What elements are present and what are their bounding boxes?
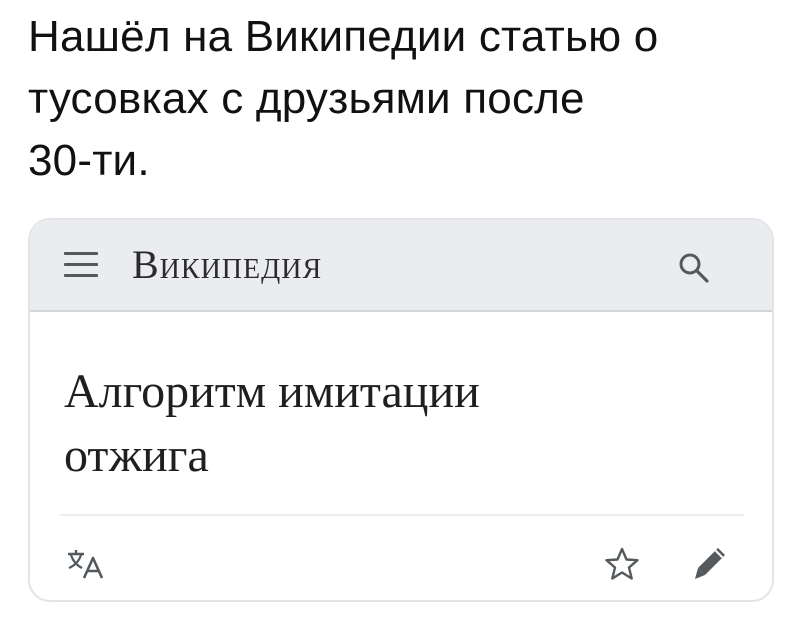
- wiki-header: Википедия: [30, 220, 772, 312]
- language-translate-icon[interactable]: [66, 548, 110, 580]
- post-text-line: тусовках с друзьями после: [28, 74, 585, 123]
- search-icon[interactable]: [676, 250, 712, 286]
- hamburger-menu-icon[interactable]: [64, 252, 98, 278]
- article-title-line: отжига: [64, 429, 209, 482]
- star-icon[interactable]: [604, 546, 640, 582]
- post-text: Нашёл на Википедии статью о тусовках с д…: [28, 6, 768, 192]
- article-title: Алгоритм имитации отжига: [64, 360, 744, 488]
- article-title-line: Алгоритм имитации: [64, 365, 480, 418]
- wikipedia-screenshot-card: Википедия Алгоритм имитации отжига: [28, 218, 774, 602]
- wikipedia-wordmark[interactable]: Википедия: [132, 240, 322, 290]
- post-text-line: Нашёл на Википедии статью о: [28, 12, 659, 61]
- divider: [60, 514, 744, 516]
- post-text-line: 30-ти.: [28, 136, 150, 185]
- pencil-icon[interactable]: [692, 544, 728, 582]
